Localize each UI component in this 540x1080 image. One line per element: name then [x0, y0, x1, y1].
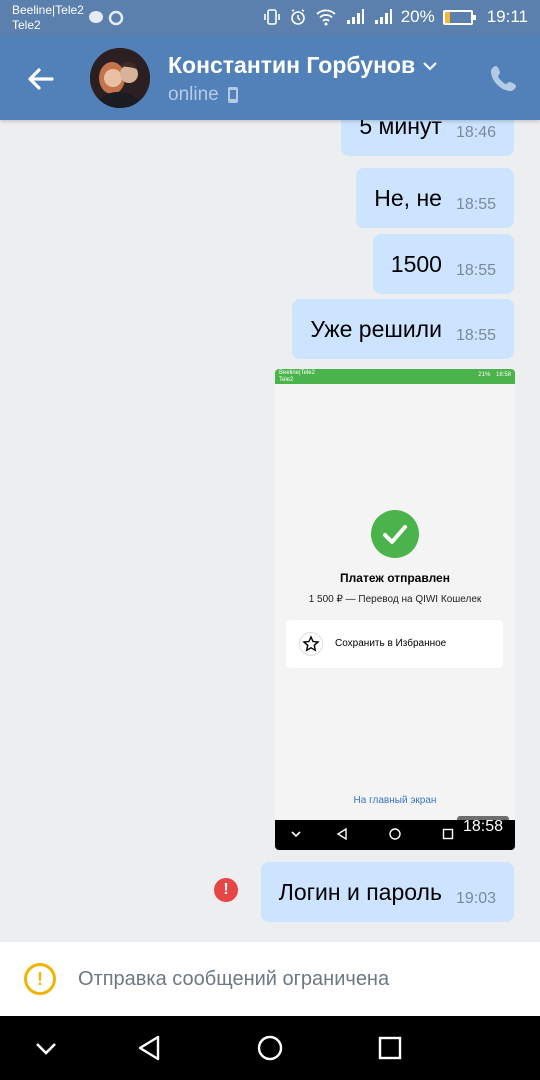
- image-attachment[interactable]: Beeline|Tele2 Tele2 21% 18:58 Платеж отп…: [275, 369, 515, 850]
- contact-name[interactable]: Константин Горбунов: [168, 52, 437, 79]
- status-bar: Beeline|Tele2 Tele2 20% 19:11: [0, 0, 540, 36]
- mobile-device-icon: [227, 87, 238, 103]
- battery-icon: [442, 9, 476, 25]
- message-notification-icon: [89, 10, 124, 26]
- phone-icon[interactable]: [488, 62, 520, 94]
- attachment-status-right: 21% 18:58: [478, 372, 511, 378]
- checkmark-icon: [383, 525, 407, 544]
- message-bubble[interactable]: Логин и пароль 19:03: [260, 862, 514, 922]
- message-list[interactable]: 5 минут 18:46 Не, не 18:55 1500 18:55 Уж…: [0, 120, 540, 942]
- message-time: 18:55: [455, 262, 496, 279]
- restriction-text: Отправка сообщений ограничена: [78, 968, 390, 990]
- contact-status: online: [168, 84, 239, 106]
- avatar[interactable]: [90, 48, 150, 108]
- message-bubble[interactable]: Не, не 18:55: [356, 168, 514, 228]
- system-nav-bar: [0, 1016, 540, 1080]
- attachment-carrier-line-1: Beeline|Tele2: [279, 370, 315, 376]
- warning-icon: !: [24, 963, 56, 995]
- message-bubble[interactable]: Уже решили 18:55: [292, 299, 514, 359]
- message-text: Логин и пароль: [278, 878, 442, 905]
- attachment-carrier-line-2: Tele2: [279, 377, 294, 383]
- notification-icons: [88, 9, 128, 32]
- arrow-left-icon[interactable]: [24, 62, 58, 96]
- carrier-line-1: Beeline|Tele2: [12, 3, 84, 17]
- message-bubble[interactable]: 1500 18:55: [372, 234, 514, 294]
- message-time: 19:03: [455, 890, 496, 907]
- chevron-down-icon[interactable]: [30, 1032, 62, 1064]
- attachment-carrier: Beeline|Tele2 Tele2: [279, 370, 315, 384]
- message-text: 1500: [390, 250, 442, 277]
- attachment-clock: 18:58: [495, 372, 511, 378]
- carrier-info: Beeline|Tele2 Tele2: [12, 3, 84, 33]
- back-nav-icon[interactable]: [134, 1032, 166, 1064]
- send-error-icon[interactable]: !: [214, 878, 238, 902]
- battery-percent: 20%: [400, 7, 435, 26]
- online-status: online: [168, 84, 219, 105]
- message-time: 18:46: [455, 124, 496, 141]
- save-favorite-card: Сохранить в Избранное: [286, 620, 503, 668]
- back-nav-icon: [336, 827, 347, 841]
- message-time: 18:55: [455, 327, 496, 344]
- recents-nav-icon[interactable]: [374, 1032, 406, 1064]
- message-text: Уже решили: [310, 315, 442, 342]
- message-time: 18:55: [455, 196, 496, 213]
- chevron-down-icon: [423, 61, 437, 71]
- star-icon: [299, 632, 323, 656]
- attachment-status-bar: Beeline|Tele2 Tele2 21% 18:58: [275, 369, 515, 384]
- signal-icon-2: [374, 9, 392, 24]
- alarm-icon: [290, 9, 305, 25]
- carrier-line-2: Tele2: [12, 18, 41, 32]
- vibrate-icon: [263, 9, 280, 25]
- wifi-icon: [316, 9, 336, 26]
- battery-fill: [444, 11, 450, 23]
- payment-subtitle: 1 500 ₽ — Перевод на QIWI Кошелек: [308, 594, 482, 605]
- home-nav-icon[interactable]: [254, 1032, 286, 1064]
- attachment-battery: 21%: [478, 372, 491, 378]
- success-check-icon: [371, 510, 419, 558]
- signal-icon-1: [346, 9, 364, 24]
- payment-title: Платеж отправлен: [340, 571, 450, 585]
- clock: 19:11: [486, 7, 528, 26]
- status-right: 20% 19:11: [263, 7, 528, 27]
- home-screen-link: На главный экран: [353, 795, 437, 806]
- chevron-down-icon: [291, 831, 301, 838]
- save-favorite-label: Сохранить в Избранное: [335, 638, 447, 649]
- chat-header: Константин Горбунов online: [0, 36, 540, 120]
- message-bubble[interactable]: 5 минут 18:46: [341, 120, 514, 156]
- attachment-time: 18:58: [456, 816, 509, 838]
- restriction-banner: ! Отправка сообщений ограничена: [0, 942, 540, 1016]
- avatar-photo: [90, 48, 150, 108]
- message-text: 5 минут: [359, 120, 442, 139]
- contact-name-text: Константин Горбунов: [168, 52, 416, 78]
- message-text: Не, не: [374, 184, 442, 211]
- home-nav-icon: [389, 828, 401, 840]
- recents-nav-icon: [442, 828, 454, 840]
